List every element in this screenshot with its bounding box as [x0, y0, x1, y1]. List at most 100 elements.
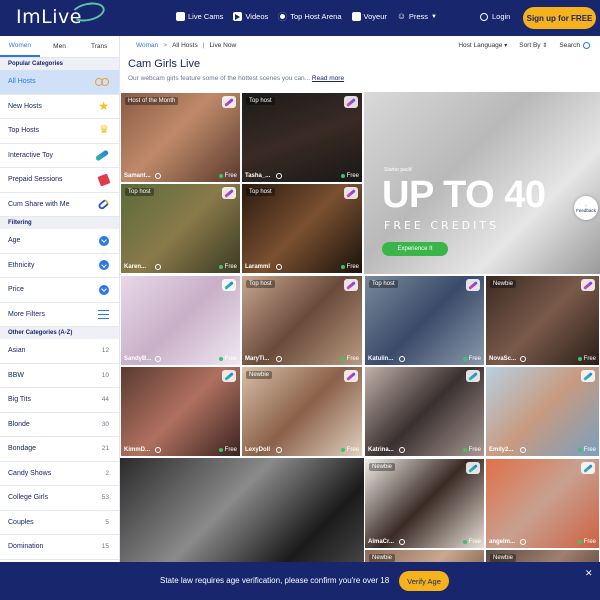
sidebar-item-top-hosts[interactable]: Top Hosts ♛: [0, 119, 119, 144]
host-tile[interactable]: angelm... Free: [485, 458, 600, 549]
chevron-down-icon: [99, 235, 109, 246]
breadcrumb-woman[interactable]: Woman: [136, 42, 158, 49]
info-icon[interactable]: [155, 356, 161, 362]
user-icon: [480, 12, 488, 21]
breadcrumb-all-hosts[interactable]: All Hosts: [172, 42, 198, 49]
host-tile[interactable]: KimmD... Free: [120, 366, 241, 457]
sidebar-item-label: Cum Share with Me: [8, 200, 70, 208]
host-badge: Newbie: [246, 371, 273, 379]
category-item[interactable]: Asian 12: [0, 339, 119, 364]
feedback-button[interactable]: ◌ Feedback: [574, 196, 598, 220]
interactive-toy-icon: [344, 96, 358, 108]
search-button[interactable]: Search: [559, 42, 590, 49]
category-count: 12: [101, 347, 109, 355]
info-icon[interactable]: [520, 356, 526, 362]
category-label: College Girls: [8, 494, 49, 502]
imlive-logo[interactable]: ImLive: [16, 0, 107, 28]
nav-label: Top Host Arena: [290, 12, 342, 21]
sort-by-dropdown[interactable]: Sort By ⇕: [519, 42, 547, 49]
nav-live-cams[interactable]: Live Cams: [176, 12, 223, 21]
tab-women[interactable]: Women: [0, 36, 40, 57]
category-item[interactable]: Domination 15: [0, 535, 119, 560]
host-tile[interactable]: Top host MaryTi... Free: [241, 275, 363, 366]
sidebar-item-prepaid-sessions[interactable]: Prepaid Sessions: [0, 168, 119, 193]
host-tile[interactable]: Emily2... Free: [485, 366, 600, 457]
nav-videos[interactable]: Videos: [233, 12, 268, 21]
host-status: Free: [463, 539, 481, 545]
host-tile[interactable]: Newbie AlmaCr... Free: [364, 458, 485, 549]
sidebar-item-cum-share[interactable]: Cum Share with Me: [0, 193, 119, 217]
info-icon[interactable]: [399, 447, 405, 453]
category-item[interactable]: Big Tits 44: [0, 388, 119, 413]
verify-age-button[interactable]: Verify Age: [399, 571, 449, 591]
info-icon[interactable]: [276, 447, 282, 453]
host-name: angelm...: [489, 539, 516, 545]
info-icon[interactable]: [520, 447, 526, 453]
filter-age[interactable]: Age: [0, 229, 119, 254]
main-content: Woman > All Hosts | Live Now Host Langua…: [120, 36, 600, 600]
info-icon[interactable]: [155, 173, 161, 179]
host-badge: Newbie: [490, 280, 517, 288]
info-icon[interactable]: [276, 264, 282, 270]
host-tile[interactable]: Top host Tasha_... Free: [241, 92, 363, 183]
filter-more[interactable]: More Filters: [0, 303, 119, 327]
category-item[interactable]: College Girls 53: [0, 486, 119, 511]
sidebar-item-label: New Hosts: [8, 102, 42, 110]
category-count: 10: [101, 371, 109, 379]
sidebar-item-new-hosts[interactable]: New Hosts ★: [0, 95, 119, 119]
host-badge: Newbie: [369, 463, 396, 471]
feedback-label: Feedback: [576, 208, 596, 213]
host-badge: Top host: [246, 188, 275, 196]
breadcrumb-live-now[interactable]: Live Now: [209, 42, 236, 49]
info-icon[interactable]: [399, 539, 405, 545]
host-tile[interactable]: Newbie LexyDoll Free: [241, 366, 363, 457]
nav-top-host-arena[interactable]: Top Host Arena: [278, 12, 342, 21]
info-icon[interactable]: [276, 356, 282, 362]
age-verification-text: State law requires age verification, ple…: [160, 576, 390, 585]
category-label: Big Tits: [8, 396, 31, 404]
host-badge: Top host: [125, 188, 154, 196]
category-item[interactable]: BBW 10: [0, 364, 119, 388]
promo-banner[interactable]: Starter pack! UP TO 40 FREE CREDITS Expe…: [364, 92, 600, 274]
host-tile[interactable]: SandyB... Free: [120, 275, 241, 366]
host-language-dropdown[interactable]: Host Language ▾: [458, 42, 507, 49]
category-item[interactable]: Blonde 30: [0, 413, 119, 437]
host-tile[interactable]: Katrina... Free: [364, 366, 485, 457]
info-icon[interactable]: [276, 173, 282, 179]
filter-price[interactable]: Price: [0, 278, 119, 303]
link-icon: [97, 198, 110, 211]
nav-voyeur[interactable]: Voyeur: [351, 12, 387, 21]
filter-ethnicity[interactable]: Ethnicity: [0, 254, 119, 278]
close-icon[interactable]: ✕: [585, 568, 593, 579]
host-tile[interactable]: Top host Karen... Free: [120, 183, 241, 274]
interactive-toy-icon: [344, 370, 358, 382]
nav-press[interactable]: ☺ Press ▼: [396, 11, 437, 22]
host-badge: Top host: [246, 280, 275, 288]
category-item[interactable]: Bondage 21: [0, 437, 119, 462]
category-item[interactable]: Candy Shows 2: [0, 462, 119, 486]
info-icon[interactable]: [399, 356, 405, 362]
tab-men[interactable]: Men: [40, 36, 80, 57]
interactive-toy-icon: [466, 462, 480, 474]
tab-trans[interactable]: Trans: [79, 36, 119, 57]
info-icon[interactable]: [155, 447, 161, 453]
host-tile[interactable]: Host of the Month Samant... Free: [120, 92, 241, 183]
main-nav: Live Cams Videos Top Host Arena Voyeur ☺…: [176, 12, 437, 21]
host-tile[interactable]: Newbie NovaSc... Free: [485, 275, 600, 366]
sidebar: Women Men Trans Popular Categories All H…: [0, 36, 120, 600]
sidebar-item-all-hosts[interactable]: All Hosts: [0, 70, 119, 95]
info-icon[interactable]: [520, 539, 526, 545]
sidebar-item-interactive-toy[interactable]: Interactive Toy: [0, 144, 119, 168]
info-icon[interactable]: [155, 264, 161, 270]
host-tile[interactable]: Top host Katulin... Free: [364, 275, 485, 366]
login-button[interactable]: Login: [480, 12, 510, 21]
experience-it-button[interactable]: Experience It: [382, 242, 448, 256]
host-tile[interactable]: Top host Laramml Free: [241, 183, 363, 274]
read-more-link[interactable]: Read more: [312, 75, 344, 82]
category-label: Asian: [8, 347, 26, 355]
category-item[interactable]: Couples 5: [0, 511, 119, 535]
host-name: Tasha_...: [245, 173, 271, 179]
play-icon: [233, 12, 243, 21]
signup-button[interactable]: Sign up for FREE: [523, 7, 596, 29]
press-icon: ☺: [396, 11, 407, 21]
